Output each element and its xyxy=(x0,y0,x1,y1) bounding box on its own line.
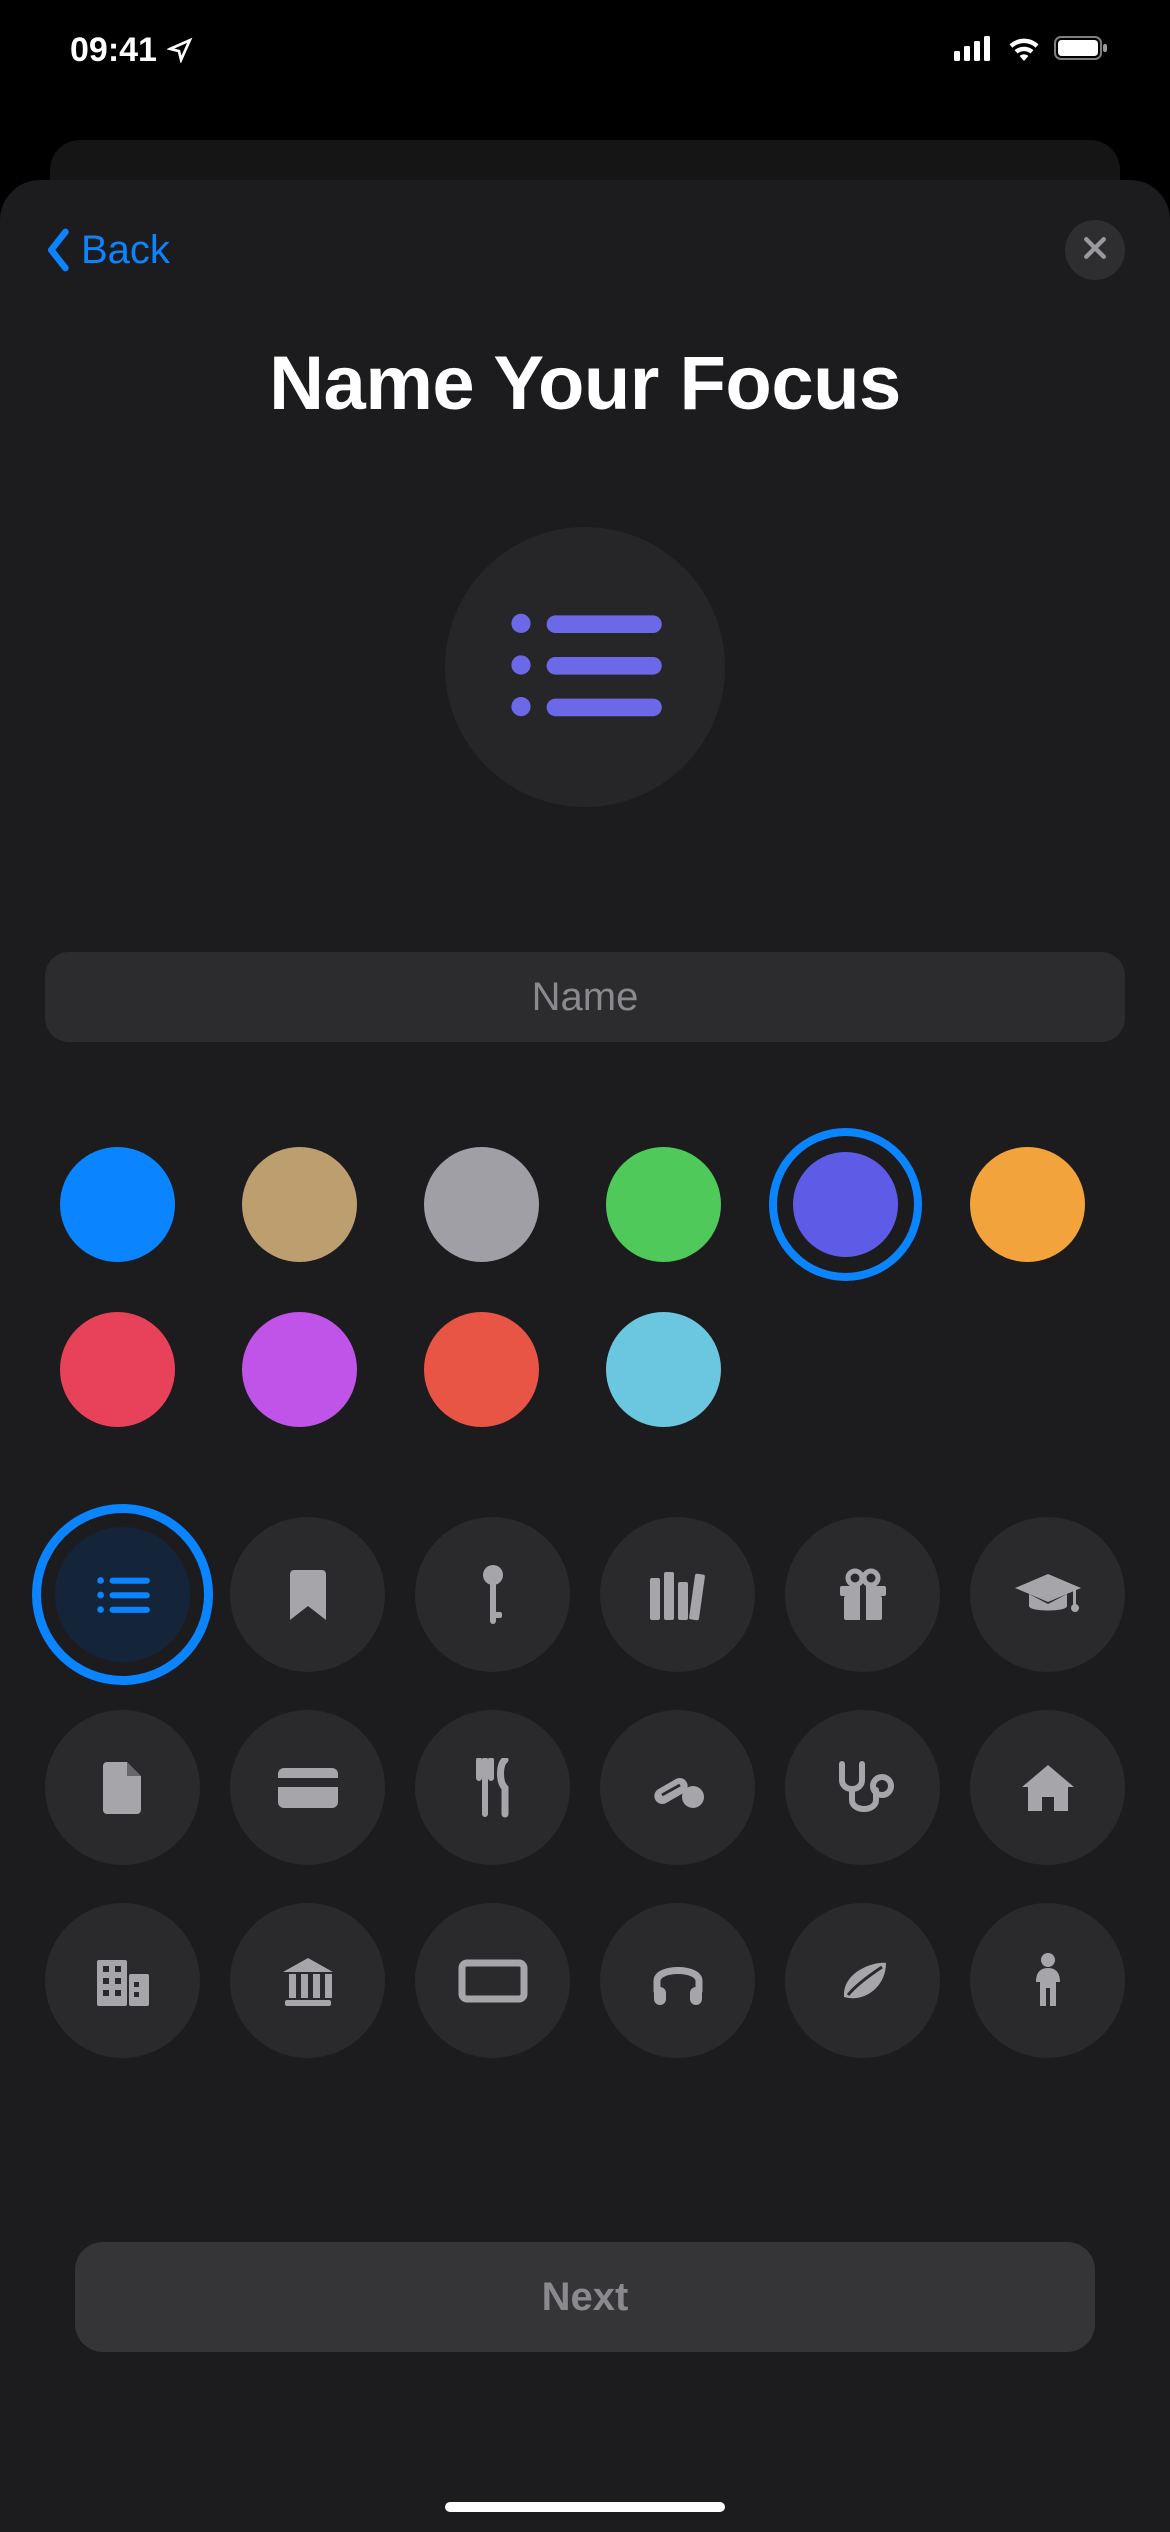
icon-option-leaf[interactable] xyxy=(785,1903,940,2058)
icon-option-house[interactable] xyxy=(970,1710,1125,1865)
key-icon xyxy=(479,1564,507,1626)
fork-knife-icon xyxy=(471,1758,515,1818)
icon-preview xyxy=(445,527,725,807)
status-right xyxy=(954,31,1110,70)
color-picker xyxy=(45,1147,1125,1427)
color-swatch-orange[interactable] xyxy=(970,1147,1085,1262)
wifi-icon xyxy=(1006,31,1042,70)
color-swatch-blue[interactable] xyxy=(60,1147,175,1262)
icon-option-books[interactable] xyxy=(600,1517,755,1672)
buildings-icon xyxy=(93,1954,153,2008)
color-swatch-pink[interactable] xyxy=(60,1312,175,1427)
document-icon xyxy=(101,1760,145,1816)
gift-icon xyxy=(836,1568,890,1622)
icon-option-gift[interactable] xyxy=(785,1517,940,1672)
location-icon xyxy=(167,37,193,63)
icon-option-headphones[interactable] xyxy=(600,1903,755,2058)
museum-icon xyxy=(279,1956,337,2006)
status-time: 09:41 xyxy=(70,31,157,70)
stethoscope-icon xyxy=(832,1760,894,1816)
person-icon xyxy=(1031,1952,1065,2010)
close-icon xyxy=(1080,233,1110,268)
modal-sheet: Back Name Your Focus xyxy=(0,180,1170,2532)
cellular-icon xyxy=(954,31,994,70)
house-icon xyxy=(1018,1761,1078,1815)
icon-option-list[interactable] xyxy=(55,1527,190,1662)
status-left: 09:41 xyxy=(70,31,193,70)
list-icon xyxy=(95,1574,151,1616)
icon-option-pills[interactable] xyxy=(600,1710,755,1865)
icon-option-document[interactable] xyxy=(45,1710,200,1865)
icon-option-bookmark[interactable] xyxy=(230,1517,385,1672)
color-swatch-gray[interactable] xyxy=(424,1147,539,1262)
color-swatch-green[interactable] xyxy=(606,1147,721,1262)
home-indicator[interactable] xyxy=(445,2502,725,2512)
icon-option-stethoscope[interactable] xyxy=(785,1710,940,1865)
next-label: Next xyxy=(542,2275,629,2320)
color-swatch-purple[interactable] xyxy=(242,1312,357,1427)
color-swatch-teal[interactable] xyxy=(606,1312,721,1427)
rectangle-icon xyxy=(458,1957,528,2005)
books-icon xyxy=(648,1568,708,1622)
list-icon xyxy=(505,605,665,730)
icon-option-fork-knife[interactable] xyxy=(415,1710,570,1865)
battery-icon xyxy=(1054,31,1110,70)
close-button[interactable] xyxy=(1065,220,1125,280)
name-input[interactable] xyxy=(45,952,1125,1042)
back-label: Back xyxy=(81,228,170,273)
icon-option-person[interactable] xyxy=(970,1903,1125,2058)
icon-picker xyxy=(45,1517,1125,2058)
icon-option-museum[interactable] xyxy=(230,1903,385,2058)
color-swatch-indigo[interactable] xyxy=(793,1152,898,1257)
icon-option-grad-cap[interactable] xyxy=(970,1517,1125,1672)
nav-bar: Back xyxy=(45,210,1125,290)
card-icon xyxy=(276,1766,340,1810)
color-swatch-tan[interactable] xyxy=(242,1147,357,1262)
bookmark-icon xyxy=(288,1568,328,1622)
chevron-left-icon xyxy=(45,228,73,272)
color-swatch-red[interactable] xyxy=(424,1312,539,1427)
status-bar: 09:41 xyxy=(0,0,1170,100)
grad-cap-icon xyxy=(1013,1572,1083,1618)
icon-option-card[interactable] xyxy=(230,1710,385,1865)
icon-option-key[interactable] xyxy=(415,1517,570,1672)
headphones-icon xyxy=(649,1955,707,2007)
icon-option-rectangle[interactable] xyxy=(415,1903,570,2058)
next-button[interactable]: Next xyxy=(75,2242,1095,2352)
back-button[interactable]: Back xyxy=(45,228,170,273)
pills-icon xyxy=(649,1765,707,1811)
leaf-icon xyxy=(836,1957,890,2005)
page-title: Name Your Focus xyxy=(45,340,1125,427)
icon-option-buildings[interactable] xyxy=(45,1903,200,2058)
